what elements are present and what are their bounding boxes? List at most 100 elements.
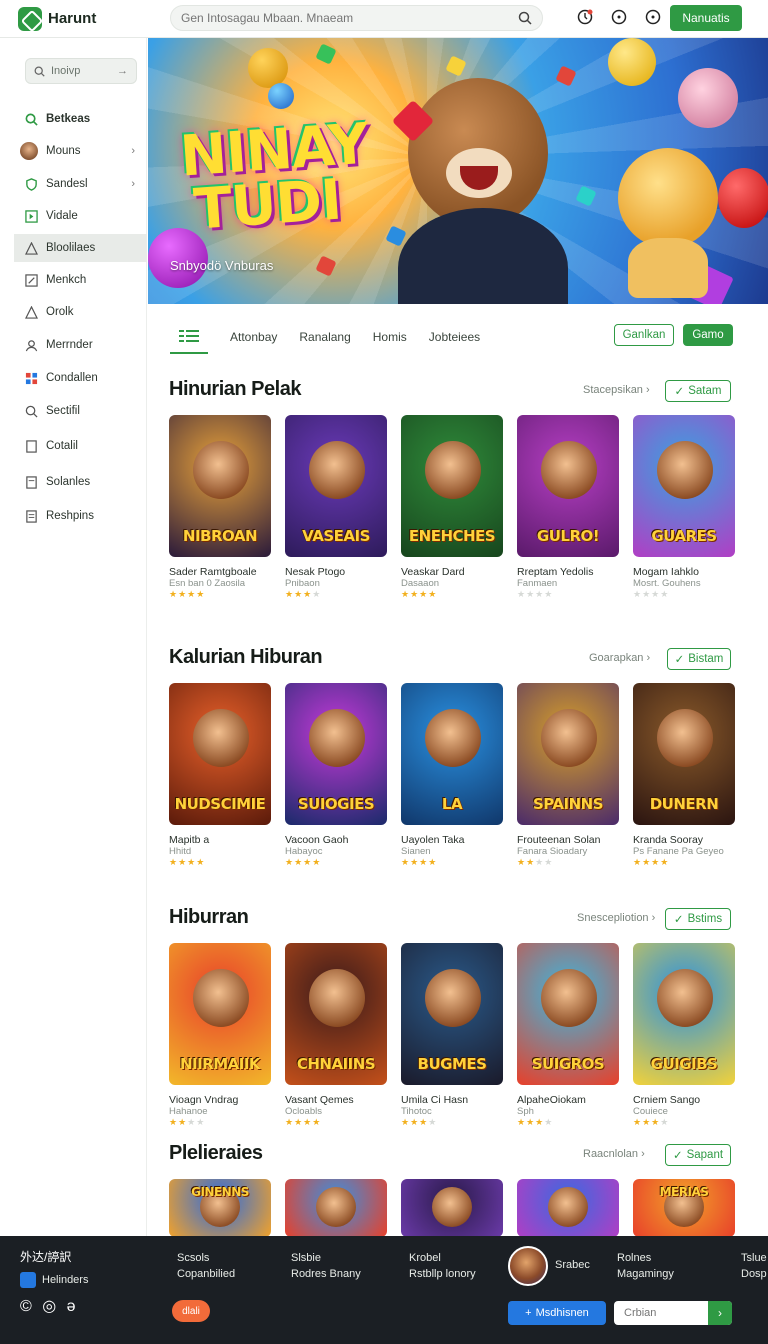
game-thumbnail[interactable]: LA <box>401 683 503 825</box>
sidebar-search[interactable]: Inoivp → <box>25 58 137 84</box>
sidebar-item-sandesl[interactable]: Sandesl › <box>14 170 147 198</box>
sidebar-item-reshpins[interactable]: Reshpins <box>14 502 147 530</box>
footer-link[interactable]: Copanbilied <box>177 1268 235 1280</box>
game-card[interactable]: GINENNS <box>169 1179 275 1237</box>
sidebar-item-cotalil[interactable]: Cotalil <box>14 432 147 460</box>
gamo-button[interactable]: Gamo <box>683 324 733 346</box>
game-card[interactable]: GULRO! Rreptam Yedolis Fanmaen ★★★★ <box>517 415 623 600</box>
game-card[interactable]: MERIAS <box>633 1179 739 1237</box>
game-thumbnail[interactable]: MERIAS <box>633 1179 735 1237</box>
footer-link[interactable]: Slsbie <box>291 1252 321 1264</box>
top-cta-button[interactable]: Nanuatis <box>670 5 742 31</box>
game-thumbnail[interactable]: ENEHCHES <box>401 415 503 557</box>
settings-icon[interactable] <box>643 7 663 27</box>
tab-attonbay[interactable]: Attonbay <box>230 330 277 344</box>
section-more-link[interactable]: Goarapkan › <box>589 652 650 664</box>
arrow-right-icon[interactable]: › <box>708 1301 732 1325</box>
game-card[interactable]: SUIOGIES Vacoon Gaoh Habayoc ★★★★ <box>285 683 391 868</box>
footer-link[interactable]: Dosp <box>741 1268 767 1280</box>
footer-link[interactable]: Rodres Bnany <box>291 1268 361 1280</box>
footer-link[interactable]: Tslue <box>741 1252 767 1264</box>
notification-icon[interactable] <box>575 7 595 27</box>
game-card[interactable] <box>285 1179 391 1237</box>
section-button[interactable]: ✓ Bistam <box>667 648 731 670</box>
game-thumbnail[interactable]: NIBROAN <box>169 415 271 557</box>
sidebar-item-bloolilaes[interactable]: Bloolilaes <box>14 234 147 262</box>
footer-link[interactable]: Rolnes <box>617 1252 651 1264</box>
game-card[interactable]: GUIGIBS Crniem Sango Couiece ★★★★ <box>633 943 739 1128</box>
footer-pill[interactable]: dlali <box>172 1300 210 1322</box>
game-card[interactable]: SPAINNS Frouteenan Solan Fanara Sioadary ★★… <box>517 683 623 868</box>
game-thumbnail[interactable]: SPAINNS <box>517 683 619 825</box>
game-card[interactable]: DUNERN Kranda Sooray Ps Fanane Pa Geyeo ★★★… <box>633 683 739 868</box>
section-button[interactable]: ✓ Bstims <box>665 908 731 930</box>
footer-input[interactable] <box>614 1307 708 1319</box>
info-icon[interactable] <box>609 7 629 27</box>
game-thumbnail[interactable]: SUIOGIES <box>285 683 387 825</box>
section-more-link[interactable]: Stacepsikan › <box>583 384 650 396</box>
game-thumbnail[interactable] <box>517 1179 619 1237</box>
search-bar[interactable] <box>170 5 543 31</box>
game-thumbnail[interactable]: CHNAIINS <box>285 943 387 1085</box>
section-more-link[interactable]: Raacnlolan › <box>583 1148 645 1160</box>
game-thumbnail[interactable]: GUARES <box>633 415 735 557</box>
sidebar-item-condallen[interactable]: Condallen <box>14 364 147 392</box>
game-thumbnail[interactable] <box>285 1179 387 1237</box>
game-thumbnail[interactable] <box>401 1179 503 1237</box>
sidebar-item-orolk[interactable]: Orolk <box>14 298 147 326</box>
game-card[interactable]: NUDSCIMIE Mapitb a Hhitd ★★★★ <box>169 683 275 868</box>
game-thumbnail[interactable]: GUIGIBS <box>633 943 735 1085</box>
game-card[interactable]: BUGMES Umila Ci Hasn Tihotoc ★★★★ <box>401 943 507 1128</box>
game-thumbnail[interactable]: BUGMES <box>401 943 503 1085</box>
ganlkan-button[interactable]: Ganlkan <box>614 324 674 346</box>
sidebar-item-menkch[interactable]: Menkch <box>14 266 147 294</box>
tab-jobteiees[interactable]: Jobteiees <box>429 330 480 344</box>
game-card[interactable]: NIBROAN Sader Ramtgboale Esn ban 0 Zaosila… <box>169 415 275 600</box>
section: Hinurian Pelak Stacepsikan › ✓ Satam NIBROAN… <box>148 372 768 612</box>
sidebar-item-label: Vidale <box>46 210 78 222</box>
game-card[interactable]: GUARES Mogam Iahklo Mosrt. Gouhens ★★★★ <box>633 415 739 600</box>
app-logo[interactable]: Harunt <box>0 6 160 31</box>
game-card[interactable]: VASEAIS Nesak Ptogo Pnibaon ★★★★ <box>285 415 391 600</box>
game-thumbnail[interactable]: GULRO! <box>517 415 619 557</box>
star-icon: ★ <box>196 589 206 599</box>
game-thumbnail[interactable]: VASEAIS <box>285 415 387 557</box>
section-button[interactable]: ✓ Sapant <box>665 1144 731 1166</box>
section-button[interactable]: ✓ Satam <box>665 380 731 402</box>
sidebar-item-mouns[interactable]: Mouns › <box>14 137 147 165</box>
game-card[interactable]: LA Uayolen Taka Sianen ★★★★ <box>401 683 507 868</box>
footer-link[interactable]: Rstbllp lonory <box>409 1268 476 1280</box>
game-thumbnail[interactable]: SUIGROS <box>517 943 619 1085</box>
sidebar-item-vidale[interactable]: Vidale <box>14 202 147 230</box>
footer-helinders[interactable]: Helinders <box>20 1272 88 1288</box>
sidebar-item-sectifil[interactable]: Sectifil <box>14 397 147 425</box>
game-card[interactable]: NIIRMAIIK Vioagn Vndrag Hahanoe ★★★★ <box>169 943 275 1128</box>
hero-banner[interactable]: NINAY TUDI Snbyodö Vnburas <box>148 38 768 304</box>
game-thumbnail[interactable]: DUNERN <box>633 683 735 825</box>
game-card[interactable]: CHNAIINS Vasant Qemes Ocloabls ★★★★ <box>285 943 391 1128</box>
game-thumbnail[interactable]: NIIRMAIIK <box>169 943 271 1085</box>
footer-link[interactable]: Scsols <box>177 1252 209 1264</box>
game-card[interactable]: SUIGROS AlpaheOiokam Sph ★★★★ <box>517 943 623 1128</box>
search-input[interactable] <box>181 11 518 25</box>
footer-blue-button[interactable]: + Msdhisnen <box>508 1301 606 1325</box>
search-icon[interactable] <box>518 11 532 25</box>
footer-link[interactable]: Krobel <box>409 1252 441 1264</box>
sidebar-item-merrnder[interactable]: Merrnder <box>14 331 147 359</box>
section-more-link[interactable]: Snescepliotion › <box>577 912 655 924</box>
star-icon: ★ <box>428 589 438 599</box>
sidebar-item-betkeas[interactable]: Betkeas <box>14 105 147 133</box>
star-rating: ★★★★ <box>285 1117 391 1128</box>
tab-homis[interactable]: Homis <box>373 330 407 344</box>
social-icons[interactable]: © ◎ ə <box>20 1296 79 1316</box>
game-thumbnail[interactable]: NUDSCIMIE <box>169 683 271 825</box>
tab-grid[interactable] <box>170 320 208 354</box>
game-card[interactable]: ENEHCHES Veaskar Dard Dasaaon ★★★★ <box>401 415 507 600</box>
game-thumbnail[interactable]: GINENNS <box>169 1179 271 1237</box>
footer-link[interactable]: Magamingy <box>617 1268 674 1280</box>
sidebar-item-solanles[interactable]: Solanles <box>14 468 147 496</box>
tab-ranalang[interactable]: Ranalang <box>299 330 350 344</box>
game-card[interactable] <box>517 1179 623 1237</box>
footer-avatar[interactable] <box>508 1246 548 1286</box>
game-card[interactable] <box>401 1179 507 1237</box>
